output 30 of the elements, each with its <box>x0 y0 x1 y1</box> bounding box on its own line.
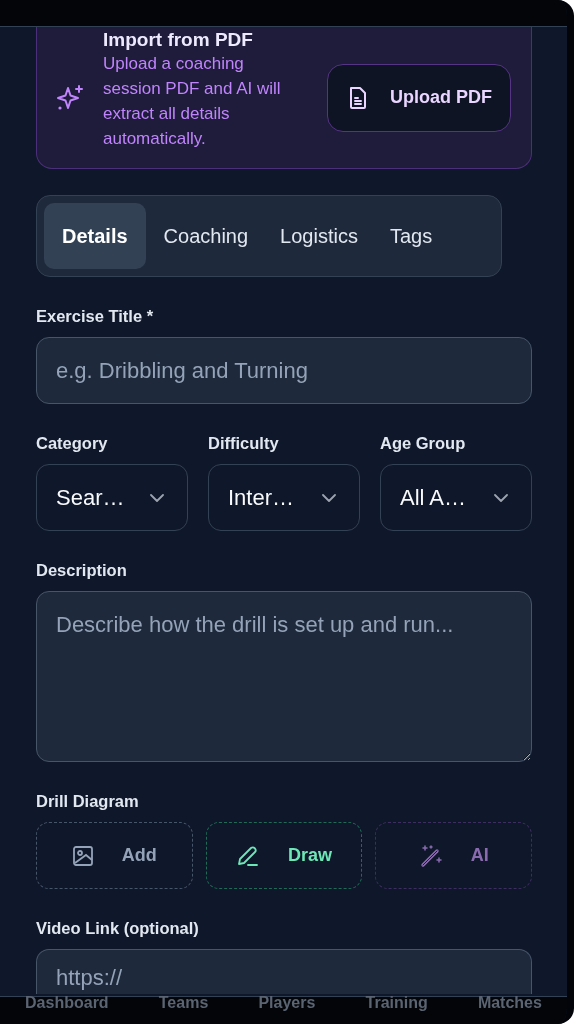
chevron-icon <box>150 493 164 502</box>
magic-wand-icon <box>418 843 443 868</box>
field-label: Exercise Title * <box>36 307 155 326</box>
field-label: Category <box>36 434 109 453</box>
chevron-icon <box>494 493 508 502</box>
tab[interactable]: Tags <box>375 203 447 269</box>
draw-diagram-button[interactable]: Draw <box>205 822 363 889</box>
import-description: Upload a coaching session PDF and AI will extract all details automatically. <box>103 53 282 150</box>
select-field[interactable]: Sear… <box>36 464 188 531</box>
video-link-input[interactable]: https:// <box>36 949 532 994</box>
field-label: Description <box>36 561 128 580</box>
import-title: Import from PDF <box>103 29 254 51</box>
select-field[interactable]: Inter… <box>208 464 360 531</box>
field-label: Video Link (optional) <box>36 919 200 938</box>
add-diagram-button[interactable]: Add <box>36 822 193 889</box>
pencil-icon <box>236 844 260 867</box>
field-label: Difficulty <box>208 434 280 453</box>
tab[interactable]: Coaching <box>149 203 263 269</box>
document-icon <box>348 85 368 110</box>
chevron-icon <box>322 493 336 502</box>
description-input[interactable]: Describe how the drill is set up and run... <box>36 591 532 762</box>
tab[interactable]: Logistics <box>266 203 372 269</box>
field-label: Age Group <box>380 434 467 453</box>
ai-diagram-button[interactable]: AI <box>375 822 532 889</box>
tab[interactable]: Details <box>44 203 146 269</box>
upload-pdf-button[interactable]: Upload PDF <box>327 63 511 132</box>
field-label: Drill Diagram <box>36 792 140 811</box>
image-icon <box>71 844 94 867</box>
title-input[interactable]: e.g. Dribbling and Turning <box>36 337 532 404</box>
select-field[interactable]: All A… <box>380 464 532 531</box>
